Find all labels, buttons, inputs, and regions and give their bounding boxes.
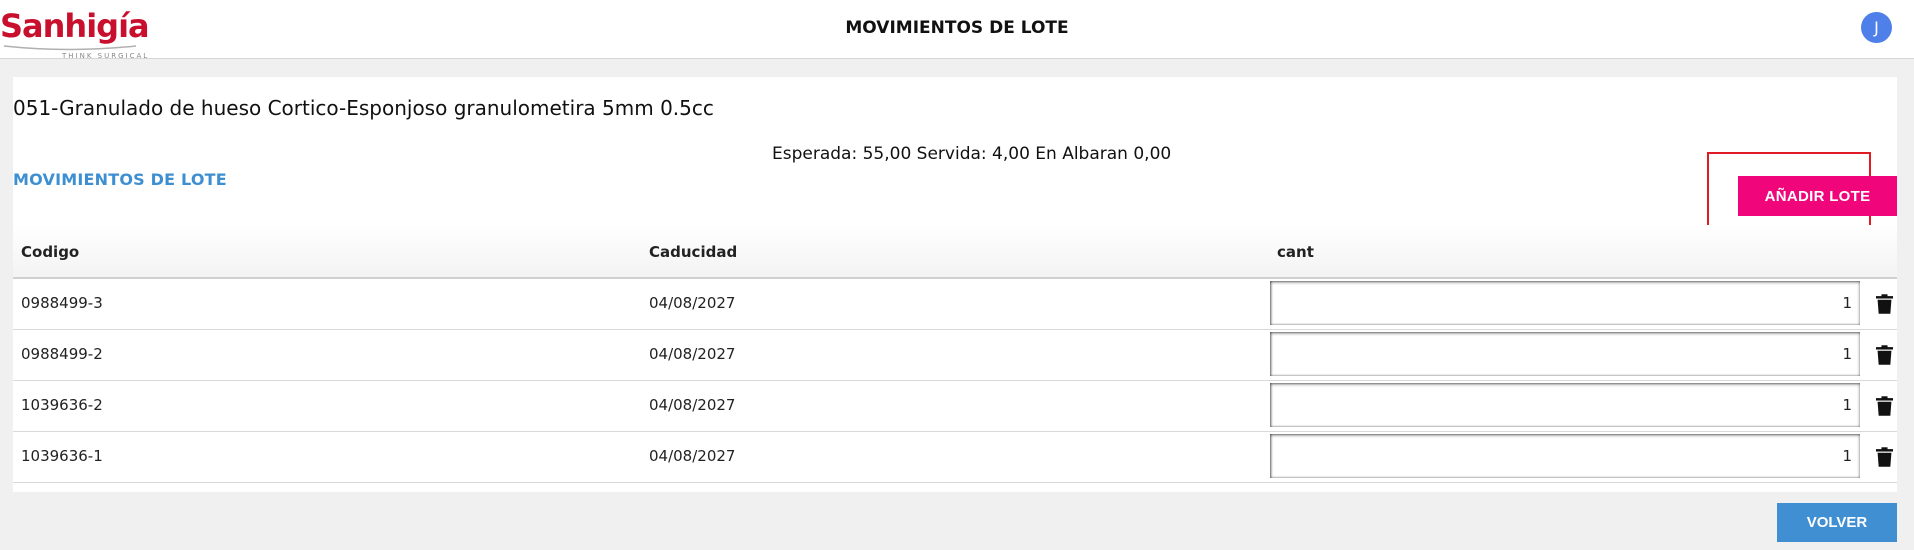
quantity-input[interactable] <box>1270 281 1860 325</box>
cell-caducidad: 04/08/2027 <box>649 294 736 312</box>
column-header-cant[interactable]: cant <box>1277 243 1314 261</box>
quantity-summary: Esperada: 55,00 Servida: 4,00 En Albaran… <box>772 144 1172 164</box>
lot-movements-card: 051-Granulado de hueso Cortico-Esponjoso… <box>13 77 1897 492</box>
cell-codigo: 1039636-1 <box>21 447 103 465</box>
section-label: MOVIMIENTOS DE LOTE <box>13 170 227 189</box>
table-row: 0988499-3 04/08/2027 <box>13 279 1897 330</box>
cell-caducidad: 04/08/2027 <box>649 345 736 363</box>
column-header-caducidad[interactable]: Caducidad <box>649 243 737 261</box>
table-header: Codigo Caducidad cant <box>13 225 1897 279</box>
delete-icon[interactable] <box>1876 447 1893 467</box>
product-title: 051-Granulado de hueso Cortico-Esponjoso… <box>13 96 714 120</box>
cell-codigo: 1039636-2 <box>21 396 103 414</box>
delete-icon[interactable] <box>1876 345 1893 365</box>
quantity-input[interactable] <box>1270 434 1860 478</box>
app-header: Sanhigía THINK SURGICAL MOVIMIENTOS DE L… <box>0 0 1914 60</box>
delete-icon[interactable] <box>1876 396 1893 416</box>
table-row: 0988499-2 04/08/2027 <box>13 330 1897 381</box>
quantity-input[interactable] <box>1270 332 1860 376</box>
user-avatar[interactable]: J <box>1861 12 1892 43</box>
quantity-input[interactable] <box>1270 383 1860 427</box>
cell-codigo: 0988499-2 <box>21 345 103 363</box>
table-row: 1039636-1 04/08/2027 <box>13 432 1897 483</box>
lot-table: Codigo Caducidad cant 0988499-3 04/08/20… <box>13 225 1897 483</box>
column-header-codigo[interactable]: Codigo <box>21 243 79 261</box>
cell-codigo: 0988499-3 <box>21 294 103 312</box>
cell-caducidad: 04/08/2027 <box>649 447 736 465</box>
cell-caducidad: 04/08/2027 <box>649 396 736 414</box>
delete-icon[interactable] <box>1876 294 1893 314</box>
page-title: MOVIMIENTOS DE LOTE <box>845 18 1069 38</box>
table-row: 1039636-2 04/08/2027 <box>13 381 1897 432</box>
add-lot-button[interactable]: AÑADIR LOTE <box>1738 176 1897 216</box>
logo-tagline: THINK SURGICAL <box>62 52 150 60</box>
back-button[interactable]: VOLVER <box>1777 503 1897 542</box>
logo-swoosh <box>3 45 137 51</box>
